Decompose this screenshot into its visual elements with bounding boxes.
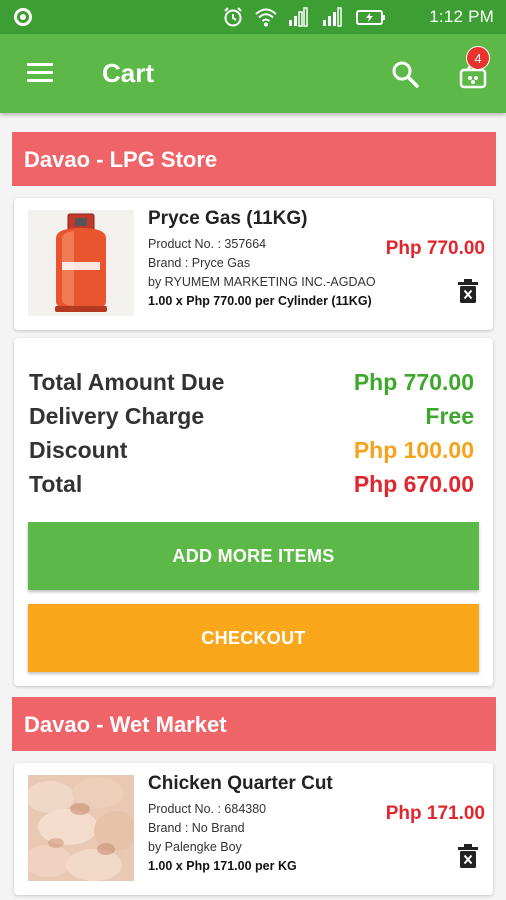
- order-summary-card: Total Amount Due Php 770.00 Delivery Cha…: [14, 338, 493, 686]
- total-amount-due-value: Php 770.00: [353, 369, 474, 395]
- total-amount-due-label: Total Amount Due: [29, 369, 225, 395]
- signal-icon-2: [323, 7, 342, 27]
- signal-icon: [289, 7, 308, 27]
- product-seller: by RYUMEM MARKETING INC.-AGDAO: [148, 275, 376, 289]
- product-number: Product No. : 684380: [148, 802, 267, 816]
- delete-item-icon[interactable]: [457, 843, 479, 869]
- product-seller: by Palengke Boy: [148, 840, 242, 854]
- delivery-charge-value: Free: [425, 403, 474, 429]
- hamburger-menu-icon[interactable]: [27, 63, 53, 83]
- delete-item-icon[interactable]: [457, 278, 479, 304]
- product-price: Php 171.00: [385, 803, 485, 824]
- delivery-charge-row: Delivery Charge Free: [29, 403, 474, 433]
- product-number: Product No. : 357664: [148, 237, 267, 251]
- product-name: Pryce Gas (11KG): [148, 208, 308, 229]
- discount-label: Discount: [29, 437, 128, 463]
- alarm-icon: [224, 7, 242, 27]
- product-brand: Brand : No Brand: [148, 821, 245, 835]
- cart-item-card: Chicken Quarter Cut Product No. : 684380…: [14, 763, 493, 895]
- lpg-cylinder-image: [28, 210, 134, 316]
- page-title: Cart: [102, 58, 155, 88]
- total-label: Total: [29, 471, 83, 497]
- total-amount-due-row: Total Amount Due Php 770.00: [29, 369, 474, 399]
- status-time: 1:12 PM: [429, 7, 494, 26]
- total-value: Php 670.00: [353, 471, 474, 497]
- cart-item-card: Pryce Gas (11KG) Product No. : 357664 Br…: [14, 198, 493, 330]
- cart-count-badge: 4: [466, 46, 490, 70]
- product-quantity: 1.00 x Php 770.00 per Cylinder (11KG): [148, 294, 372, 308]
- store-header-wet-market: Davao - Wet Market: [12, 697, 496, 751]
- discount-value: Php 100.00: [353, 437, 474, 463]
- product-quantity: 1.00 x Php 171.00 per KG: [148, 859, 297, 873]
- app-toolbar: Cart: [0, 34, 506, 113]
- status-icons: [222, 6, 386, 28]
- discount-row: Discount Php 100.00: [29, 437, 474, 467]
- checkout-button[interactable]: CHECKOUT: [28, 604, 479, 672]
- product-brand: Brand : Pryce Gas: [148, 256, 251, 270]
- product-price: Php 770.00: [385, 238, 485, 259]
- delivery-charge-label: Delivery Charge: [29, 403, 205, 429]
- total-row: Total Php 670.00: [29, 471, 474, 501]
- store-header-lpg: Davao - LPG Store: [12, 132, 496, 186]
- product-name: Chicken Quarter Cut: [148, 773, 333, 794]
- search-icon[interactable]: [391, 60, 419, 88]
- status-bar: 1:12 PM: [0, 0, 506, 34]
- battery-icon: [356, 10, 385, 25]
- chicken-image: [28, 775, 134, 881]
- add-more-items-button[interactable]: ADD MORE ITEMS: [28, 522, 479, 590]
- wifi-icon: [255, 8, 277, 27]
- app-notification-icon: [14, 8, 32, 26]
